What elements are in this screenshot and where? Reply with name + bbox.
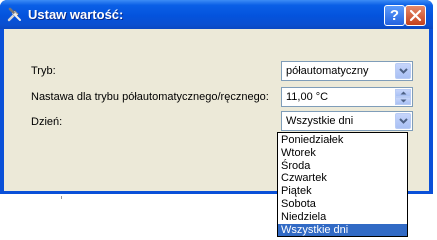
dialog-title: Ustaw wartość: xyxy=(28,7,124,22)
day-value: Wszystkie dni xyxy=(286,115,354,127)
dropdown-option[interactable]: Czwartek xyxy=(278,172,407,184)
day-label: Dzień: xyxy=(31,116,63,128)
day-select[interactable]: Wszystkie dni xyxy=(281,111,413,131)
setpoint-spinbox[interactable]: 11,00 °C xyxy=(281,87,413,107)
day-dropdown-list[interactable]: Poniedziałek Wtorek Środa Czwartek Piątek Sob… xyxy=(277,132,408,237)
divider xyxy=(61,196,62,199)
dropdown-option[interactable]: Poniedziałek xyxy=(278,134,407,146)
dropdown-option[interactable]: Wszystkie dni xyxy=(278,223,407,236)
mode-value: półautomatyczny xyxy=(286,65,369,77)
dropdown-option[interactable]: Sobota xyxy=(278,198,407,210)
mode-label: Tryb: xyxy=(31,65,56,77)
chevron-down-icon[interactable] xyxy=(395,113,411,129)
spin-up-icon[interactable] xyxy=(395,89,411,97)
spinner-buttons xyxy=(395,89,411,105)
dropdown-option[interactable]: Wtorek xyxy=(278,147,407,159)
help-button[interactable]: ? xyxy=(384,5,405,26)
dropdown-option[interactable]: Niedziela xyxy=(278,211,407,223)
setpoint-label: Nastawa dla trybu półautomatycznego/ręcz… xyxy=(31,91,269,103)
spin-down-icon[interactable] xyxy=(395,97,411,105)
tools-icon xyxy=(7,7,22,22)
close-button[interactable] xyxy=(405,5,426,26)
mode-select[interactable]: półautomatyczny xyxy=(281,61,413,81)
dropdown-option[interactable]: Piątek xyxy=(278,185,407,197)
setpoint-value: 11,00 °C xyxy=(286,91,329,103)
chevron-down-icon[interactable] xyxy=(395,63,411,79)
dropdown-option[interactable]: Środa xyxy=(278,160,407,172)
close-icon xyxy=(409,9,422,22)
title-bar[interactable]: Ustaw wartość: ? xyxy=(0,0,433,29)
